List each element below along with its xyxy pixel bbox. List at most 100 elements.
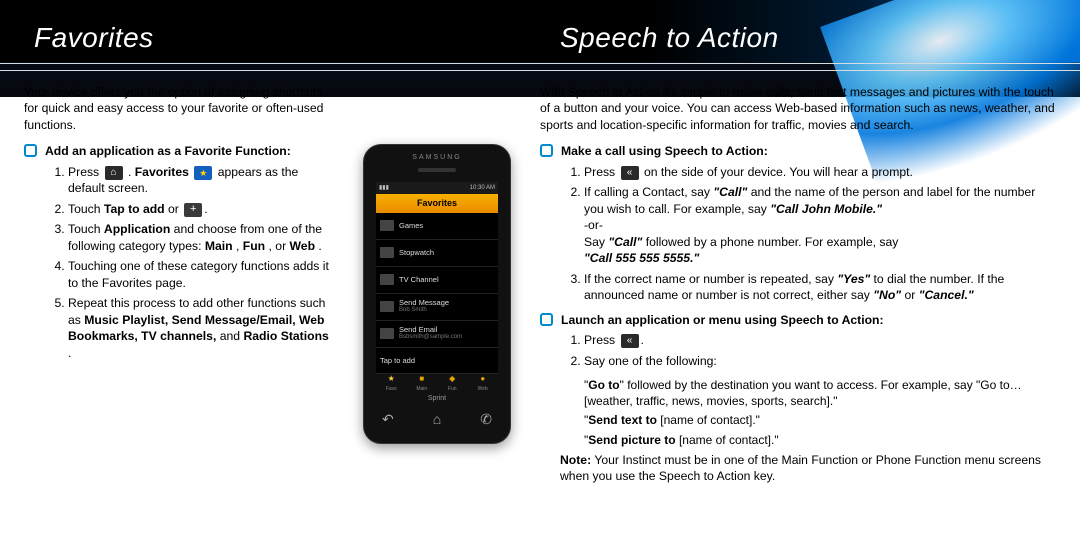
phone-brand: SAMSUNG <box>412 153 461 162</box>
row-label: TV Channel <box>399 276 439 284</box>
text-bold: Application <box>104 222 170 236</box>
tab-label: Main <box>416 386 427 393</box>
note: Note: Your Instinct must be in one of th… <box>540 452 1056 485</box>
text: or <box>168 202 182 216</box>
page-title-right: Speech to Action <box>560 22 779 54</box>
subline-sendtext: "Send text to [name of contact]." <box>584 412 1056 428</box>
row-label: Tap to add <box>380 357 415 365</box>
text: Press <box>584 165 619 179</box>
rule <box>0 63 1080 64</box>
text: Press <box>584 333 619 347</box>
bullet-icon <box>540 144 553 157</box>
text: Press <box>68 165 103 179</box>
text: If calling a Contact, say <box>584 185 713 199</box>
text: " followed by the destination you want t… <box>584 378 1022 408</box>
text-bold: Favorites <box>135 165 189 179</box>
tab-favs: ★Favs <box>376 374 407 392</box>
text-bold: Fun <box>243 239 265 253</box>
text: Touch <box>68 222 104 236</box>
section-title: Make a call using Speech to Action: <box>561 143 768 159</box>
note-text: Your Instinct must be in one of the Main… <box>560 453 1041 483</box>
phone-row-tap-to-add: Tap to add <box>376 348 498 375</box>
subline-goto: "Go to" followed by the destination you … <box>584 377 1056 409</box>
text: . <box>128 165 135 179</box>
signal-icon: ▮▮▮ <box>379 184 389 192</box>
row-icon <box>380 328 394 339</box>
text-italic: "Call" <box>713 185 747 199</box>
step: Repeat this process to add other functio… <box>68 295 334 361</box>
phone-row: TV Channel <box>376 267 498 294</box>
favorites-intro: Your device offers you the option of ass… <box>24 84 334 133</box>
text: . <box>68 346 71 360</box>
tab-web: ●Web <box>468 374 499 392</box>
phone-row: Send MessageBob Smith <box>376 294 498 321</box>
speech-column: With Speech to Action it's simple to mak… <box>540 84 1056 530</box>
row-icon <box>380 301 394 312</box>
tab-label: Favs <box>386 386 397 393</box>
row-icon <box>380 274 394 285</box>
step: Press . Favorites appears as the default… <box>68 164 334 197</box>
home-icon <box>105 166 123 180</box>
subline-sendpic: "Send picture to [name of contact]." <box>584 432 1056 448</box>
bullet-icon <box>24 144 37 157</box>
text-bold: Web <box>290 239 316 253</box>
text-italic: "Call John Mobile." <box>770 202 882 216</box>
note-label: Note: <box>560 453 591 467</box>
make-call-steps: Press on the side of your device. You wi… <box>554 164 1056 304</box>
step: Touch Application and choose from one of… <box>68 221 334 254</box>
text-bold: Tap to add <box>104 202 165 216</box>
step: Touching one of these category functions… <box>68 258 334 291</box>
text: and <box>220 329 244 343</box>
phone-column: SAMSUNG ▮▮▮ 10:30 AM Favorites Games Sto… <box>352 84 522 530</box>
text: followed by a phone number. For example,… <box>646 235 899 249</box>
header-strip: Favorites Speech to Action <box>0 0 1080 62</box>
phone-row: Games <box>376 213 498 240</box>
step: Touch Tap to add or . <box>68 201 334 217</box>
text: or <box>904 288 918 302</box>
phone-bottombar: ★Favs ■Main ◆Fun ●Web <box>376 374 498 392</box>
text-bold: Send text to <box>588 413 657 427</box>
text: on the side of your device. You will hea… <box>644 165 913 179</box>
phone-row: Send EmailBsbsmith@sample.com <box>376 321 498 348</box>
section-launch-app: Launch an application or menu using Spee… <box>540 312 1056 328</box>
row-sub: Bsbsmith@sample.com <box>399 333 462 341</box>
phone-time: 10:30 AM <box>470 184 495 192</box>
text-bold: Send picture to <box>588 433 675 447</box>
tab-label: Fun <box>448 386 457 393</box>
tab-fun: ◆Fun <box>437 374 468 392</box>
text: If the correct name or number is repeate… <box>584 272 837 286</box>
plus-icon <box>184 203 202 217</box>
row-icon <box>380 247 394 258</box>
step: If the correct name or number is repeate… <box>584 271 1056 304</box>
step: If calling a Contact, say "Call" and the… <box>584 184 1056 266</box>
row-icon <box>380 220 394 231</box>
text-italic: "Call 555 555 5555." <box>584 251 699 265</box>
speech-key-icon <box>621 334 639 348</box>
star-icon <box>194 166 212 180</box>
text: , <box>236 239 243 253</box>
step: Press . <box>584 332 1056 348</box>
bullet-icon <box>540 313 553 326</box>
call-key-icon: ✆ <box>480 410 492 429</box>
row-label: Stopwatch <box>399 249 434 257</box>
section-add-favorite: Add an application as a Favorite Functio… <box>24 143 334 159</box>
step: Say one of the following: <box>584 353 1056 369</box>
text: [name of contact]." <box>657 413 760 427</box>
content-area: Your device offers you the option of ass… <box>0 84 1080 540</box>
phone-favorites-header: Favorites <box>376 194 498 212</box>
back-key-icon: ↶ <box>382 410 394 429</box>
text-italic: "Yes" <box>837 272 870 286</box>
phone-statusbar: ▮▮▮ 10:30 AM <box>376 182 498 194</box>
rule <box>0 70 1080 71</box>
speech-intro: With Speech to Action it's simple to mak… <box>540 84 1056 133</box>
phone-carrier: Sprint <box>428 394 446 403</box>
phone-row: Stopwatch <box>376 240 498 267</box>
tab-main: ■Main <box>407 374 438 392</box>
launch-sublines: "Go to" followed by the destination you … <box>540 377 1056 448</box>
launch-steps: Press . Say one of the following: <box>554 332 1056 369</box>
text: , or <box>269 239 290 253</box>
text-italic: "No" <box>873 288 901 302</box>
row-sub: Bob Smith <box>399 306 449 314</box>
section-title: Launch an application or menu using Spee… <box>561 312 884 328</box>
text-bold: Radio Stations <box>243 329 328 343</box>
